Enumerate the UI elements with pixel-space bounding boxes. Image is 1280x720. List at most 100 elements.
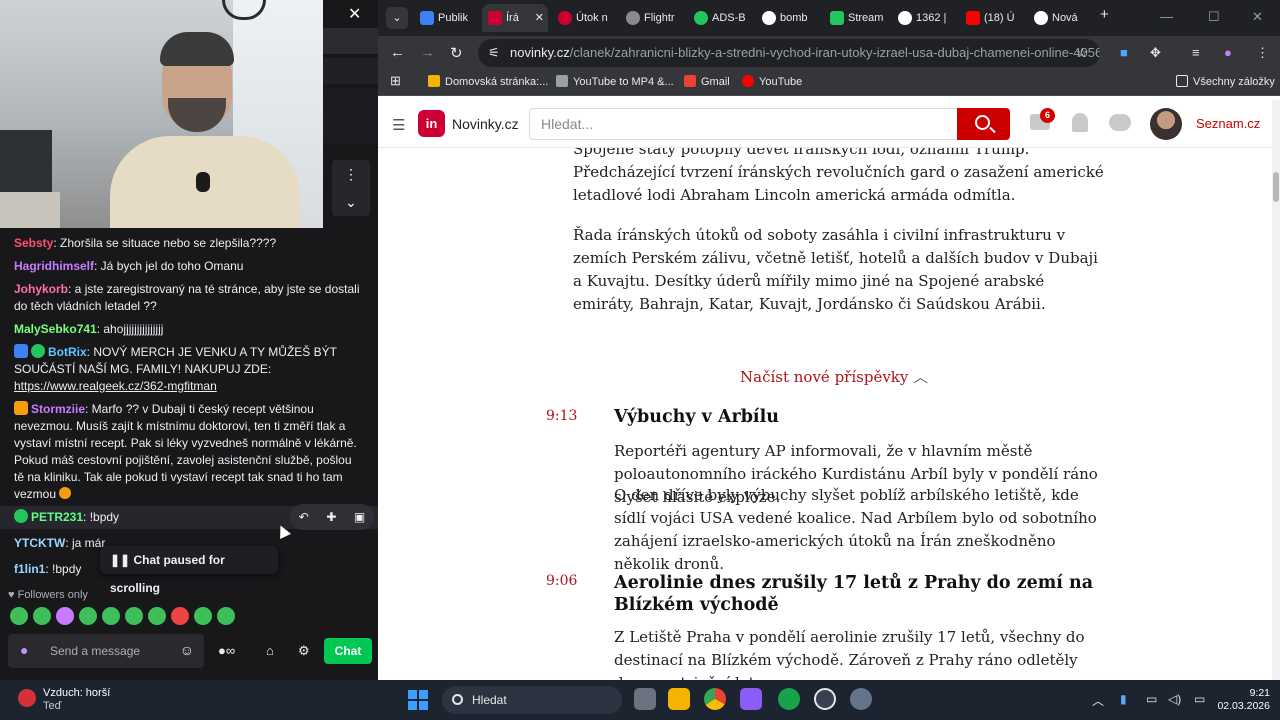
taskbar-search[interactable]: Hledat <box>442 686 622 714</box>
send-message-input[interactable]: ● Send a message ☺ <box>8 634 204 668</box>
close-icon[interactable]: ✕ <box>348 4 361 24</box>
page-scrollbar[interactable] <box>1272 100 1280 680</box>
chat-username[interactable]: PETR231 <box>31 510 83 524</box>
seznam-link[interactable]: Seznam.cz <box>1196 116 1260 131</box>
browser-tab[interactable]: (18) Ú <box>960 4 1024 32</box>
profile-icon[interactable]: ● <box>1224 45 1232 60</box>
extension-icon[interactable]: ■ <box>1120 45 1128 60</box>
hamburger-menu-icon[interactable]: ☰ <box>392 116 405 134</box>
browser-tab[interactable]: 1362 | <box>892 4 956 32</box>
novinky-logo[interactable]: in <box>418 110 445 137</box>
tab-search-button[interactable]: ⌄ <box>386 7 408 29</box>
reload-icon[interactable]: ↻ <box>450 44 463 62</box>
chat-bubble-icon[interactable] <box>1109 114 1131 131</box>
bookmark-item[interactable]: YouTube <box>742 75 802 88</box>
emote-icon[interactable] <box>125 607 143 625</box>
settings-icon[interactable] <box>850 688 872 710</box>
clock-time: 9:21 <box>1249 687 1270 699</box>
pin-icon[interactable]: ✚ <box>326 510 336 524</box>
chat-username[interactable]: Hagridhimself <box>14 259 94 273</box>
chat-username[interactable]: Stormziie <box>31 402 85 416</box>
volume-icon[interactable]: ◁) <box>1168 692 1181 706</box>
browser-tab[interactable]: Nová <box>1028 4 1094 32</box>
battery-icon[interactable]: ▭ <box>1194 692 1205 706</box>
chat-send-button[interactable]: Chat <box>324 638 372 664</box>
trash-icon[interactable]: ▣ <box>354 510 365 524</box>
emote-icon[interactable] <box>33 607 51 625</box>
browser-tab[interactable]: Útok n <box>552 4 616 32</box>
microphone-icon[interactable]: ● <box>20 642 28 658</box>
load-new-posts-button[interactable]: Načíst nové příspěvky ︿ <box>740 366 928 387</box>
app-icon[interactable] <box>740 688 762 710</box>
close-tab-icon[interactable]: ✕ <box>535 4 544 32</box>
chat-username[interactable]: YTCKTW <box>14 536 65 550</box>
chevron-up-icon[interactable]: ︿ <box>1092 692 1104 709</box>
screen: ✕ ⋮ ⌄ Sebsty: Zhoršila se situace nebo s… <box>0 0 1280 720</box>
bell-icon[interactable] <box>1072 113 1088 132</box>
xbox-icon[interactable] <box>778 688 800 710</box>
emote-icon[interactable] <box>102 607 120 625</box>
emote-icon[interactable] <box>79 607 97 625</box>
minimize-icon[interactable]: — <box>1160 9 1173 24</box>
chat-username[interactable]: f1lin1 <box>14 562 45 576</box>
browser-tab[interactable]: bomb <box>756 4 820 32</box>
start-button[interactable] <box>408 690 428 710</box>
browser-tab-active[interactable]: Írá ✕ <box>482 4 548 32</box>
bookmark-item[interactable]: Domovská stránka:... <box>428 75 548 88</box>
emote-icon[interactable] <box>56 607 74 625</box>
browser-tab[interactable]: Publik <box>414 4 476 32</box>
apps-icon[interactable]: ⊞ <box>390 73 401 89</box>
chevron-down-icon[interactable]: ⌄ <box>332 188 370 216</box>
close-window-icon[interactable]: ✕ <box>1252 9 1263 25</box>
puzzle-icon[interactable]: ✥ <box>1150 45 1161 61</box>
media-icon[interactable]: ≡ <box>1192 45 1200 60</box>
tab-strip: ⌄ Publik Írá ✕ Útok n Flightr ADS-B bomb … <box>378 0 1280 36</box>
scrollbar-thumb[interactable] <box>1273 172 1279 202</box>
bookmark-star-icon[interactable]: ☆ <box>1076 39 1088 67</box>
browser-tab[interactable]: Stream <box>824 4 888 32</box>
channel-points-icon[interactable]: ●∞ <box>218 643 235 658</box>
all-bookmarks[interactable]: Všechny záložky <box>1176 75 1275 88</box>
chat-paused-banner[interactable]: ❚❚ Chat paused for scrolling <box>100 546 278 595</box>
bookmark-item[interactable]: Gmail <box>684 75 730 88</box>
store-icon[interactable]: ⌂ <box>266 643 274 658</box>
chat-username[interactable]: Johykorb <box>14 282 68 296</box>
site-name[interactable]: Novinky.cz <box>452 116 519 132</box>
search-button[interactable] <box>957 108 1010 140</box>
network-icon[interactable]: ▭ <box>1146 692 1157 706</box>
chat-message-link[interactable]: https://www.realgeek.cz/362-mgfitman <box>14 379 217 393</box>
system-clock[interactable]: 9:21 02.03.2026 <box>1217 687 1270 713</box>
new-tab-icon[interactable]: + <box>1100 6 1109 23</box>
site-info-icon[interactable]: ⚟ <box>488 39 500 67</box>
app-icon[interactable] <box>814 688 836 710</box>
menu-icon[interactable]: ⋮ <box>1256 45 1269 61</box>
emoji-picker-icon[interactable]: ☺ <box>180 642 194 658</box>
emote-icon[interactable] <box>194 607 212 625</box>
chat-username[interactable]: MalySebko741 <box>14 322 97 336</box>
air-quality-icon[interactable] <box>18 689 36 707</box>
gear-icon[interactable]: ⚙ <box>298 643 310 659</box>
tab-label: (18) Ú <box>984 12 1015 24</box>
chat-username[interactable]: BotRix <box>48 345 87 359</box>
site-search-input[interactable]: Hledat... <box>529 108 957 140</box>
avatar[interactable] <box>1150 108 1182 140</box>
back-icon[interactable]: ← <box>390 44 405 61</box>
weather-widget[interactable]: Vzduch: horší Teď <box>43 687 110 713</box>
emote-icon[interactable] <box>10 607 28 625</box>
file-explorer-icon[interactable] <box>668 688 690 710</box>
maximize-icon[interactable]: ☐ <box>1208 9 1220 25</box>
more-options-icon[interactable]: ⋮ <box>332 160 370 188</box>
browser-tab[interactable]: ADS-B <box>688 4 752 32</box>
reply-icon[interactable]: ↶ <box>299 510 309 524</box>
forward-icon[interactable]: → <box>420 44 435 61</box>
task-view-icon[interactable] <box>634 688 656 710</box>
address-bar[interactable]: ⚟ novinky.cz/clanek/zahranicni-blizky-a-s… <box>478 39 1100 67</box>
emote-icon[interactable] <box>148 607 166 625</box>
microphone-icon[interactable]: ▮ <box>1120 692 1127 706</box>
browser-tab[interactable]: Flightr <box>620 4 684 32</box>
emote-icon[interactable] <box>171 607 189 625</box>
bookmark-item[interactable]: YouTube to MP4 &... <box>556 75 674 88</box>
chat-username[interactable]: Sebsty <box>14 236 53 250</box>
emote-icon[interactable] <box>217 607 235 625</box>
chrome-icon[interactable] <box>704 688 726 710</box>
